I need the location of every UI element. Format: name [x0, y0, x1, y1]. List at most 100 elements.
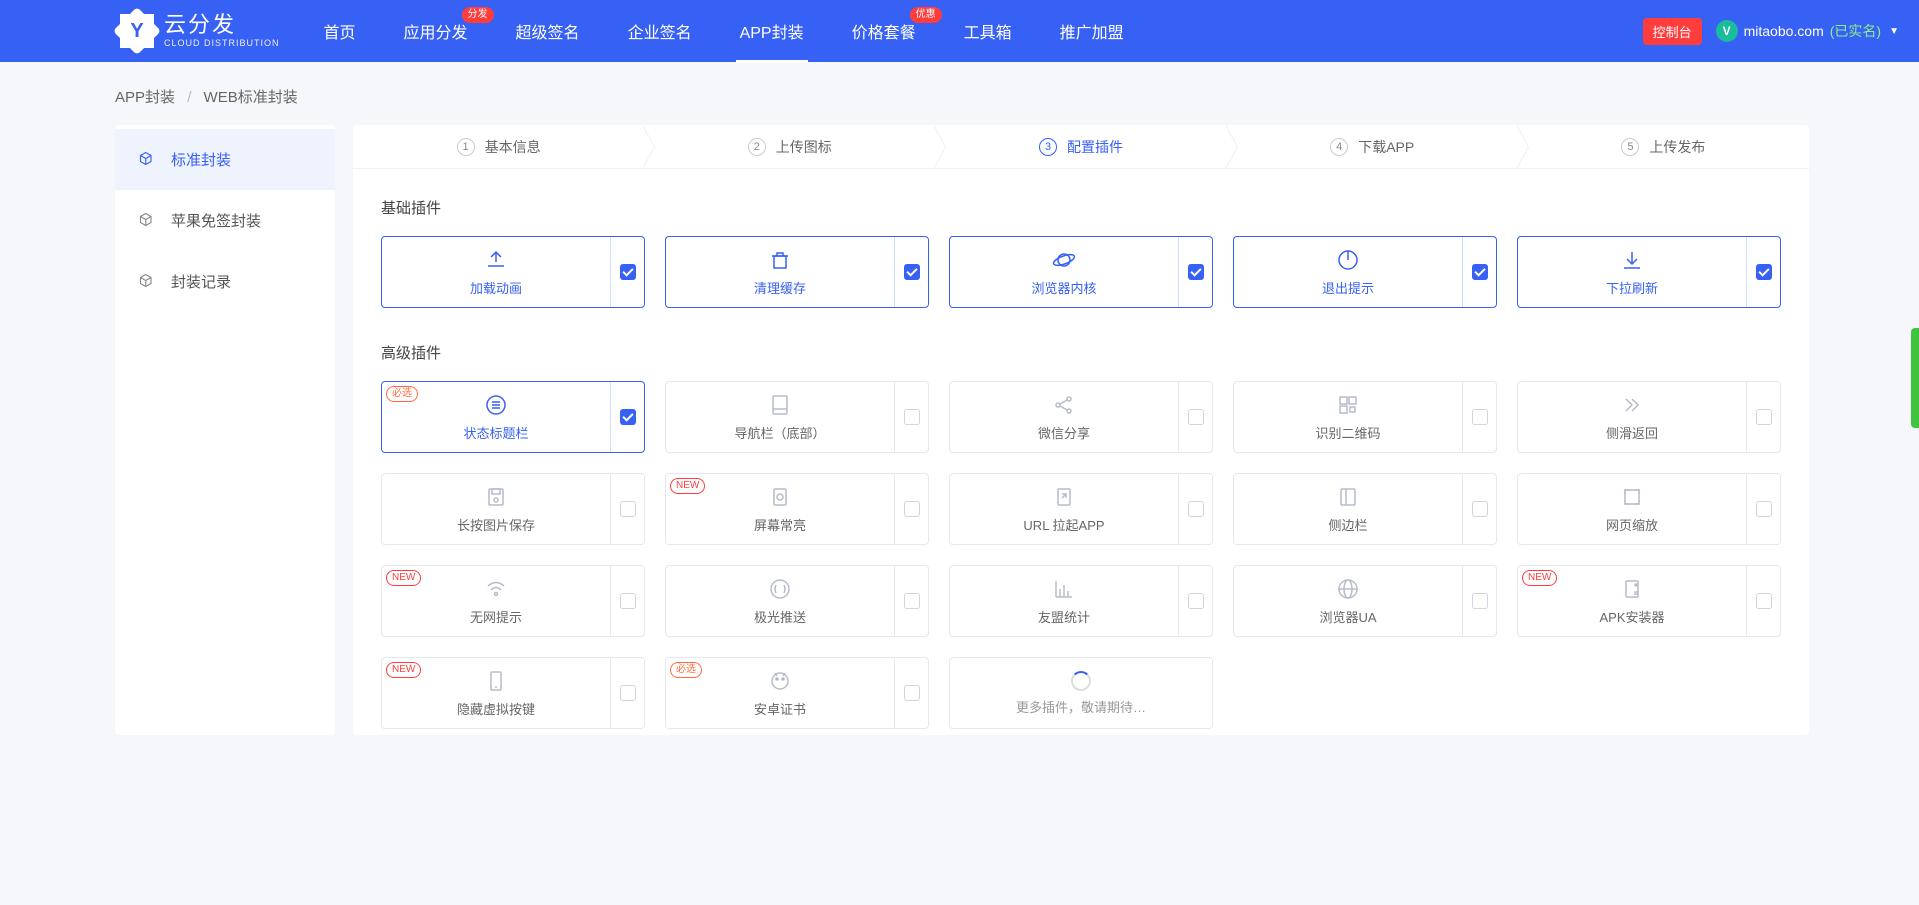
checkbox[interactable]	[904, 501, 920, 517]
plugin-checkbox-wrap[interactable]	[1462, 566, 1496, 636]
adv-plugin-4[interactable]: 侧滑返回	[1517, 381, 1781, 453]
adv-plugin-7[interactable]: URL 拉起APP	[949, 473, 1213, 545]
adv-plugin-11[interactable]: 极光推送	[665, 565, 929, 637]
checkbox[interactable]	[1472, 501, 1488, 517]
adv-plugin-12[interactable]: 友盟统计	[949, 565, 1213, 637]
step-number: 5	[1621, 138, 1639, 156]
sidebar-item-2[interactable]: 封装记录	[115, 251, 335, 312]
checkbox[interactable]	[1188, 264, 1204, 280]
step-3[interactable]: 3配置插件	[935, 125, 1226, 168]
plugin-checkbox-wrap[interactable]	[1746, 474, 1780, 544]
adv-plugin-0[interactable]: 必选状态标题栏	[381, 381, 645, 453]
adv-plugin-1[interactable]: 导航栏（底部）	[665, 381, 929, 453]
adv-plugin-9[interactable]: 网页缩放	[1517, 473, 1781, 545]
plugin-checkbox-wrap[interactable]	[1462, 382, 1496, 452]
nav-item-7[interactable]: 推广加盟	[1056, 0, 1128, 63]
plugin-checkbox-wrap[interactable]	[894, 382, 928, 452]
plugin-checkbox-wrap[interactable]	[610, 474, 644, 544]
nav-item-2[interactable]: 超级签名	[512, 0, 584, 63]
breadcrumb-root[interactable]: APP封装	[115, 89, 175, 106]
checkbox[interactable]	[1472, 264, 1488, 280]
nav-item-6[interactable]: 工具箱	[960, 0, 1016, 63]
checkbox[interactable]	[904, 593, 920, 609]
checkbox[interactable]	[1756, 264, 1772, 280]
nav-item-0[interactable]: 首页	[320, 0, 360, 63]
basic-plugin-1[interactable]: 清理缓存	[665, 236, 929, 308]
plugin-checkbox-wrap[interactable]	[610, 382, 644, 452]
console-button[interactable]: 控制台	[1643, 18, 1702, 45]
basic-plugin-4[interactable]: 下拉刷新	[1517, 236, 1781, 308]
sidebar-item-0[interactable]: 标准封装	[115, 129, 335, 190]
checkbox[interactable]	[1472, 593, 1488, 609]
plugin-label: 浏览器内核	[1031, 278, 1096, 297]
adv-plugin-6[interactable]: NEW屏幕常亮	[665, 473, 929, 545]
checkbox[interactable]	[620, 501, 636, 517]
plugin-label: 网页缩放	[1606, 515, 1658, 534]
nav-item-1[interactable]: 应用分发分发	[400, 0, 472, 63]
checkbox[interactable]	[1472, 409, 1488, 425]
step-label: 基本信息	[485, 137, 541, 157]
wifi-icon	[484, 577, 508, 601]
step-1[interactable]: 1基本信息	[353, 125, 644, 168]
checkbox[interactable]	[1756, 593, 1772, 609]
checkbox[interactable]	[1756, 501, 1772, 517]
sidebar-item-label: 标准封装	[171, 149, 231, 170]
basic-plugin-3[interactable]: 退出提示	[1233, 236, 1497, 308]
plugin-checkbox-wrap[interactable]	[894, 566, 928, 636]
plugin-checkbox-wrap[interactable]	[894, 237, 928, 307]
nav-item-3[interactable]: 企业签名	[624, 0, 696, 63]
plugin-checkbox-wrap[interactable]	[1178, 237, 1212, 307]
plugin-checkbox-wrap[interactable]	[1462, 237, 1496, 307]
plugin-checkbox-wrap[interactable]	[610, 566, 644, 636]
checkbox[interactable]	[904, 264, 920, 280]
plugin-checkbox-wrap[interactable]	[894, 658, 928, 728]
adv-plugin-15[interactable]: NEW隐藏虚拟按键	[381, 657, 645, 729]
adv-plugin-5[interactable]: 长按图片保存	[381, 473, 645, 545]
push-icon	[768, 577, 792, 601]
checkbox[interactable]	[620, 409, 636, 425]
checkbox[interactable]	[620, 593, 636, 609]
plugin-checkbox-wrap[interactable]	[1462, 474, 1496, 544]
sidebar-item-1[interactable]: 苹果免签封装	[115, 190, 335, 251]
checkbox[interactable]	[1756, 409, 1772, 425]
plugin-checkbox-wrap[interactable]	[1178, 566, 1212, 636]
plugin-checkbox-wrap[interactable]	[1746, 237, 1780, 307]
checkbox[interactable]	[620, 264, 636, 280]
plugin-checkbox-wrap[interactable]	[1746, 382, 1780, 452]
logo-icon: Y	[120, 14, 154, 48]
adv-plugin-2[interactable]: 微信分享	[949, 381, 1213, 453]
plugin-checkbox-wrap[interactable]	[1746, 566, 1780, 636]
basic-plugin-0[interactable]: 加载动画	[381, 236, 645, 308]
basic-plugin-2[interactable]: 浏览器内核	[949, 236, 1213, 308]
checkbox[interactable]	[1188, 409, 1204, 425]
nav-item-5[interactable]: 价格套餐优惠	[848, 0, 920, 63]
plugin-checkbox-wrap[interactable]	[610, 658, 644, 728]
plugin-tag: NEW	[386, 570, 421, 586]
checkbox[interactable]	[904, 409, 920, 425]
adv-plugin-13[interactable]: 浏览器UA	[1233, 565, 1497, 637]
plugin-checkbox-wrap[interactable]	[1178, 474, 1212, 544]
nav-item-4[interactable]: APP封装	[736, 0, 808, 63]
checkbox[interactable]	[904, 685, 920, 701]
checkbox[interactable]	[1188, 593, 1204, 609]
adv-plugin-8[interactable]: 侧边栏	[1233, 473, 1497, 545]
step-label: 上传发布	[1649, 137, 1705, 157]
planet-icon	[1052, 248, 1076, 272]
adv-plugin-3[interactable]: 识别二维码	[1233, 381, 1497, 453]
step-4[interactable]: 4下载APP	[1227, 125, 1518, 168]
adv-plugin-10[interactable]: NEW无网提示	[381, 565, 645, 637]
android-icon	[768, 669, 792, 693]
plugin-checkbox-wrap[interactable]	[894, 474, 928, 544]
plugin-checkbox-wrap[interactable]	[1178, 382, 1212, 452]
chevrons-icon	[1620, 393, 1644, 417]
breadcrumb: APP封装 / WEB标准封装	[0, 62, 1919, 125]
logo[interactable]: Y 云分发 CLOUD DISTRIBUTION	[120, 14, 280, 48]
user-menu[interactable]: V mitaobo.com (已实名) ▼	[1716, 20, 1899, 42]
plugin-checkbox-wrap[interactable]	[610, 237, 644, 307]
step-2[interactable]: 2上传图标	[644, 125, 935, 168]
checkbox[interactable]	[620, 685, 636, 701]
adv-plugin-14[interactable]: NEWAPK安装器	[1517, 565, 1781, 637]
adv-plugin-16[interactable]: 必选安卓证书	[665, 657, 929, 729]
step-5[interactable]: 5 上传发布	[1518, 125, 1809, 168]
checkbox[interactable]	[1188, 501, 1204, 517]
